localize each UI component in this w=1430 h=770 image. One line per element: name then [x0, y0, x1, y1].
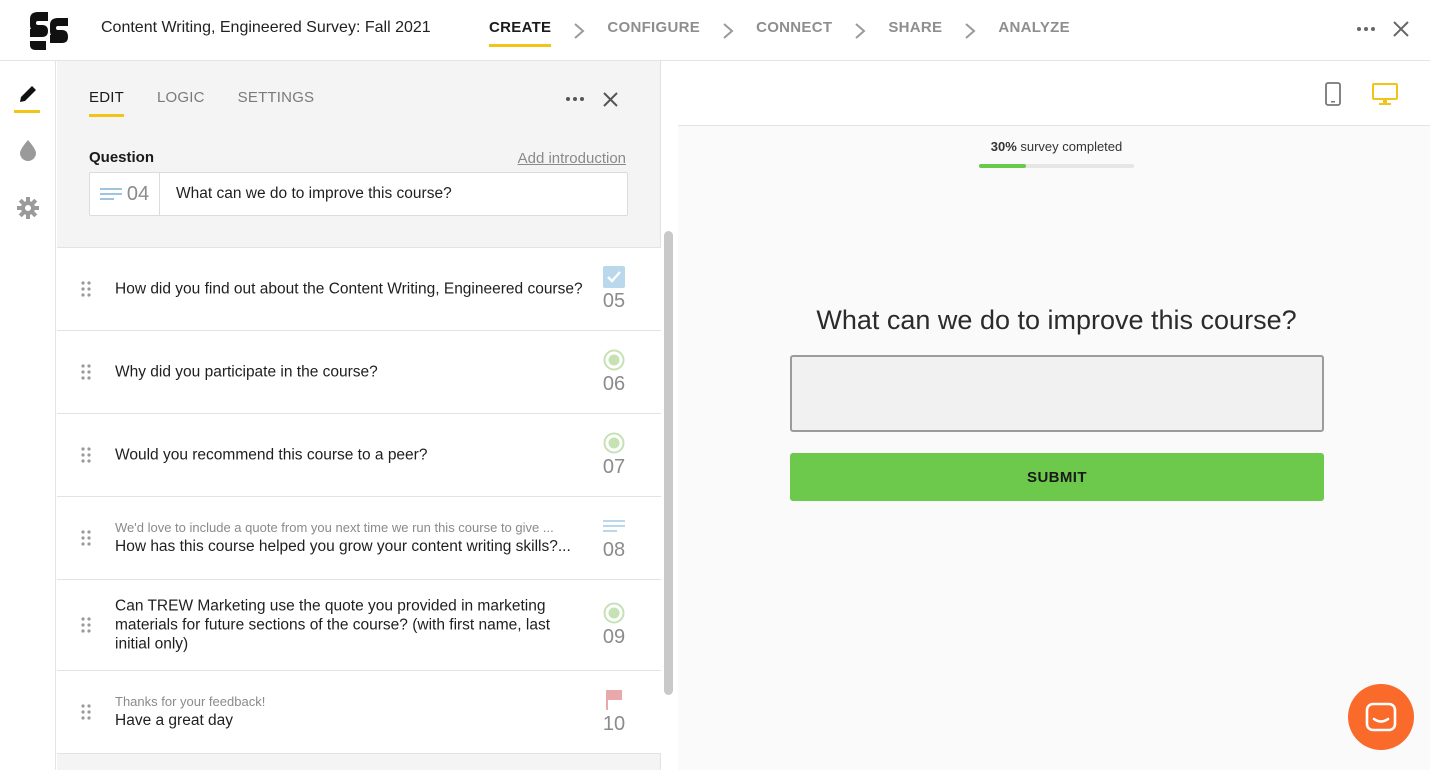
- list-item-description: We'd love to include a quote from you ne…: [115, 520, 554, 535]
- preview-toolbar: [678, 61, 1430, 126]
- desktop-device-icon[interactable]: [1371, 82, 1399, 106]
- drag-handle-icon[interactable]: [80, 529, 92, 547]
- step-share[interactable]: SHARE: [888, 0, 942, 61]
- question-text-input[interactable]: What can we do to improve this course?: [160, 185, 452, 203]
- drag-handle-icon[interactable]: [80, 703, 92, 721]
- more-options-icon[interactable]: [565, 94, 585, 104]
- list-item[interactable]: Why did you participate in the course? 0…: [57, 330, 661, 414]
- answer-text-input[interactable]: [790, 355, 1324, 432]
- list-item[interactable]: Would you recommend this course to a pee…: [57, 413, 661, 497]
- workflow-steps: CREATE CONFIGURE CONNECT SHARE ANALYZE: [489, 0, 1070, 61]
- drag-handle-icon[interactable]: [80, 616, 92, 634]
- chat-launcher-button[interactable]: [1348, 684, 1414, 750]
- chevron-right-icon: [965, 22, 976, 39]
- top-bar: Content Writing, Engineered Survey: Fall…: [0, 0, 1430, 61]
- survey-preview: 30% survey completed What can we do to i…: [678, 61, 1430, 770]
- submit-button[interactable]: SUBMIT: [790, 453, 1324, 501]
- list-item-number: 10: [602, 713, 626, 735]
- drag-handle-icon[interactable]: [80, 446, 92, 464]
- preview-question: What can we do to improve this course?: [816, 305, 1297, 335]
- step-connect[interactable]: CONNECT: [756, 0, 832, 61]
- editor-tabs: EDIT LOGIC SETTINGS: [89, 89, 347, 117]
- list-item-description: Thanks for your feedback!: [115, 694, 266, 709]
- list-item-texts: Can TREW Marketing use the quote you pro…: [115, 597, 589, 654]
- radio-icon: [602, 601, 626, 625]
- radio-icon: [602, 348, 626, 372]
- list-item-meta: 08: [599, 514, 629, 562]
- step-configure[interactable]: CONFIGURE: [607, 0, 700, 61]
- rail-theme[interactable]: [0, 121, 56, 179]
- pencil-icon: [20, 86, 36, 102]
- rail-settings[interactable]: [0, 179, 56, 237]
- text-lines-icon: [99, 188, 122, 200]
- drag-handle-icon[interactable]: [80, 280, 92, 298]
- list-item-number: 07: [602, 456, 626, 478]
- list-item-texts: Why did you participate in the course?: [115, 363, 589, 382]
- tab-edit[interactable]: EDIT: [89, 89, 124, 117]
- list-item-question: Can TREW Marketing use the quote you pro…: [115, 597, 551, 653]
- rail-edit[interactable]: [0, 65, 56, 123]
- tab-settings[interactable]: SETTINGS: [238, 89, 315, 106]
- list-item-texts: We'd love to include a quote from you ne…: [115, 520, 589, 556]
- list-item-number: 05: [602, 290, 626, 312]
- list-item-number: 06: [602, 373, 626, 395]
- list-item[interactable]: Can TREW Marketing use the quote you pro…: [57, 579, 661, 671]
- chevron-right-icon: [723, 22, 734, 39]
- list-item-meta: 09: [599, 601, 629, 649]
- gear-icon: [17, 197, 39, 219]
- list-item-number: 09: [602, 626, 626, 648]
- chat-icon: [1365, 702, 1397, 732]
- question-number: 04: [126, 182, 150, 205]
- list-item-question: How has this course helped you grow your…: [115, 538, 571, 555]
- more-options-icon[interactable]: [1356, 21, 1376, 37]
- chevron-right-icon: [855, 22, 866, 39]
- question-label: Question: [89, 149, 155, 166]
- drag-handle-icon[interactable]: [80, 363, 92, 381]
- list-item[interactable]: Thanks for your feedback! Have a great d…: [57, 670, 661, 754]
- list-item-question: Have a great day: [115, 712, 234, 729]
- current-question-field[interactable]: 04 What can we do to improve this course…: [89, 172, 628, 216]
- list-item-question: How did you find out about the Content W…: [115, 280, 583, 298]
- list-item-meta: 07: [599, 431, 629, 479]
- list-item-meta: 10: [599, 688, 629, 736]
- list-item-meta: 06: [599, 348, 629, 396]
- progress-fill: [979, 164, 1026, 168]
- left-rail: [0, 61, 56, 770]
- scrollbar[interactable]: [664, 231, 673, 695]
- close-icon[interactable]: [602, 91, 619, 108]
- list-item-texts: Would you recommend this course to a pee…: [115, 446, 589, 465]
- list-item[interactable]: We'd love to include a quote from you ne…: [57, 496, 661, 580]
- progress-label: 30% survey completed: [678, 139, 1430, 154]
- close-icon[interactable]: [1392, 20, 1410, 38]
- radio-icon: [602, 431, 626, 455]
- list-item-question: Why did you participate in the course?: [115, 363, 378, 381]
- list-item[interactable]: How did you find out about the Content W…: [57, 247, 661, 331]
- survey-title[interactable]: Content Writing, Engineered Survey: Fall…: [101, 19, 431, 37]
- checkbox-icon: [602, 265, 626, 289]
- list-item-texts: Thanks for your feedback! Have a great d…: [115, 694, 589, 730]
- question-list: How did you find out about the Content W…: [57, 247, 661, 754]
- step-create[interactable]: CREATE: [489, 0, 552, 61]
- mobile-device-icon[interactable]: [1324, 82, 1342, 106]
- list-item-texts: How did you find out about the Content W…: [115, 280, 589, 299]
- progress-suffix: survey completed: [1016, 139, 1123, 154]
- chevron-right-icon: [574, 22, 585, 39]
- add-introduction-link[interactable]: Add introduction: [518, 150, 626, 167]
- progress-percent: 30%: [990, 139, 1017, 154]
- tab-logic[interactable]: LOGIC: [157, 89, 205, 106]
- question-number-cell: 04: [90, 173, 160, 215]
- list-item-question: Would you recommend this course to a pee…: [115, 446, 428, 464]
- droplet-icon: [20, 140, 36, 161]
- question-editor-panel: EDIT LOGIC SETTINGS Question Add introdu…: [57, 61, 673, 770]
- brand-logo[interactable]: [28, 11, 70, 51]
- flag-icon: [602, 688, 626, 712]
- list-item-meta: 05: [599, 265, 629, 313]
- progress-bar: [979, 164, 1134, 168]
- text-lines-icon: [602, 514, 626, 538]
- list-item-number: 08: [602, 539, 626, 561]
- step-analyze[interactable]: ANALYZE: [998, 0, 1070, 61]
